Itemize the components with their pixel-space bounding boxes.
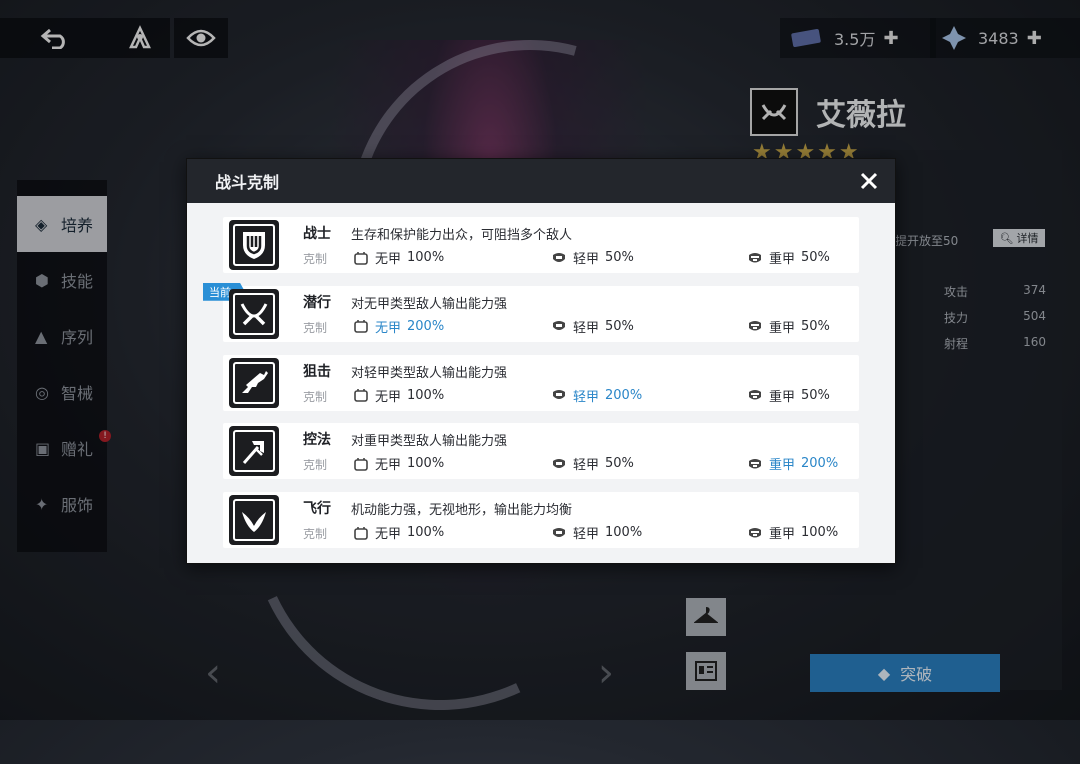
counter-label: 克制 — [303, 527, 328, 541]
armor-percent: 100% — [407, 456, 445, 472]
heavy-armor-icon — [749, 527, 761, 537]
role-emblem — [229, 495, 279, 545]
armor-type: 轻甲 — [573, 458, 600, 474]
role-description: 生存和保护能力出众，可阻挡多个敌人 — [351, 228, 573, 243]
rifle-icon — [242, 370, 268, 393]
armor-light: 轻甲 100% — [551, 523, 642, 542]
armor-light: 轻甲 50% — [551, 454, 634, 473]
armor-percent: 100% — [605, 525, 643, 540]
counter-label: 克制 — [303, 458, 328, 473]
armor-type: 轻甲 — [573, 252, 600, 267]
heavy-armor-icon — [749, 390, 761, 400]
no-armor-icon — [354, 251, 368, 265]
role-description: 机动能力强，无视地形，输出能力均衡 — [351, 503, 573, 518]
armor-none: 无甲 100% — [353, 386, 444, 405]
shield-icon — [243, 232, 265, 259]
armor-percent: 200% — [801, 456, 839, 472]
role-row-flyer: 飞行 机动能力强，无视地形，输出能力均衡 克制 无甲 100% 轻甲 100% … — [223, 492, 859, 548]
armor-none: 无甲 100% — [353, 523, 444, 542]
role-row-caster: 控法 对重甲类型敌人输出能力强 克制 无甲 100% 轻甲 50% 重甲 200… — [223, 423, 859, 480]
heavy-armor-icon — [749, 321, 761, 331]
no-armor-icon — [354, 389, 368, 402]
armor-type: 轻甲 — [573, 389, 600, 405]
armor-percent: 100% — [407, 387, 445, 403]
armor-type: 无甲 — [375, 252, 402, 267]
armor-heavy: 重甲 100% — [747, 523, 838, 542]
staff-icon — [242, 441, 264, 465]
armor-percent: 50% — [605, 250, 634, 265]
role-emblem — [229, 220, 279, 270]
armor-type: 轻甲 — [573, 527, 600, 542]
dialog-title: 战斗克制 — [215, 173, 280, 192]
armor-percent: 50% — [605, 318, 634, 334]
light-armor-icon — [553, 527, 565, 537]
armor-percent: 100% — [801, 525, 839, 540]
role-description: 对重甲类型敌人输出能力强 — [351, 434, 508, 450]
close-button[interactable] — [855, 167, 883, 195]
armor-light: 轻甲 50% — [551, 317, 634, 336]
light-armor-icon — [553, 252, 565, 262]
role-emblem — [229, 357, 279, 408]
armor-none: 无甲 200% — [353, 317, 444, 336]
wings-icon — [242, 509, 266, 532]
light-armor-icon — [553, 390, 565, 399]
armor-type: 无甲 — [375, 389, 402, 405]
role-name: 战士 — [303, 226, 331, 242]
armor-heavy: 重甲 50% — [747, 317, 830, 336]
armor-type: 重甲 — [769, 458, 796, 474]
armor-percent: 50% — [801, 387, 830, 403]
counter-label: 克制 — [303, 320, 328, 335]
no-armor-icon — [354, 526, 368, 540]
combat-counter-dialog: 战斗克制 战士 生存和保护能力出众，可阻挡多个敌人 克制 无甲 100% 轻甲 — [186, 158, 896, 564]
role-emblem — [229, 426, 279, 477]
current-tag-label: 当前 — [209, 285, 231, 299]
heavy-armor-icon — [749, 458, 761, 469]
armor-type: 重甲 — [769, 527, 796, 542]
armor-type: 重甲 — [769, 320, 796, 336]
role-row-sniper: 狙击 对轻甲类型敌人输出能力强 克制 无甲 100% 轻甲 200% 重甲 50… — [223, 354, 859, 411]
role-row-warrior: 战士 生存和保护能力出众，可阻挡多个敌人 克制 无甲 100% 轻甲 50% 重… — [223, 217, 859, 273]
armor-none: 无甲 100% — [353, 454, 444, 473]
armor-percent: 100% — [407, 525, 445, 540]
counter-label: 克制 — [303, 389, 328, 404]
role-name: 潜行 — [303, 294, 331, 311]
armor-percent: 100% — [407, 250, 445, 265]
light-armor-icon — [553, 458, 565, 468]
armor-light: 轻甲 50% — [551, 248, 634, 267]
role-row-stealth: 当前 潜行 对无甲类型敌人输出能力强 克制 无甲 200% 轻甲 50% 重甲 … — [203, 282, 859, 342]
role-name: 狙击 — [303, 363, 331, 380]
armor-type: 无甲 — [375, 527, 402, 542]
role-description: 对无甲类型敌人输出能力强 — [351, 296, 508, 312]
armor-heavy: 重甲 200% — [747, 454, 838, 473]
role-name: 控法 — [303, 432, 331, 449]
armor-heavy: 重甲 50% — [747, 386, 830, 405]
counter-label: 克制 — [303, 252, 328, 266]
no-armor-icon — [354, 457, 368, 471]
dialog-header: 战斗克制 — [187, 159, 895, 203]
role-name: 飞行 — [303, 501, 331, 517]
armor-percent: 50% — [801, 250, 830, 265]
role-list: 战士 生存和保护能力出众，可阻挡多个敌人 克制 无甲 100% 轻甲 50% 重… — [203, 217, 859, 561]
role-emblem — [229, 288, 279, 339]
armor-light: 轻甲 200% — [551, 386, 642, 405]
armor-none: 无甲 100% — [353, 248, 444, 267]
armor-type: 重甲 — [769, 252, 796, 267]
armor-type: 轻甲 — [573, 320, 600, 336]
close-icon — [860, 172, 878, 190]
no-armor-icon — [354, 320, 368, 334]
crossed-blades-icon — [240, 303, 268, 325]
armor-type: 重甲 — [769, 389, 796, 405]
armor-heavy: 重甲 50% — [747, 248, 830, 267]
armor-percent: 200% — [407, 318, 445, 334]
light-armor-icon — [553, 321, 565, 331]
armor-percent: 50% — [605, 456, 634, 472]
heavy-armor-icon — [749, 252, 761, 262]
armor-type: 无甲 — [375, 458, 402, 474]
armor-type: 无甲 — [375, 320, 402, 336]
armor-percent: 200% — [605, 387, 643, 403]
role-description: 对轻甲类型敌人输出能力强 — [351, 365, 508, 381]
armor-percent: 50% — [801, 318, 830, 334]
